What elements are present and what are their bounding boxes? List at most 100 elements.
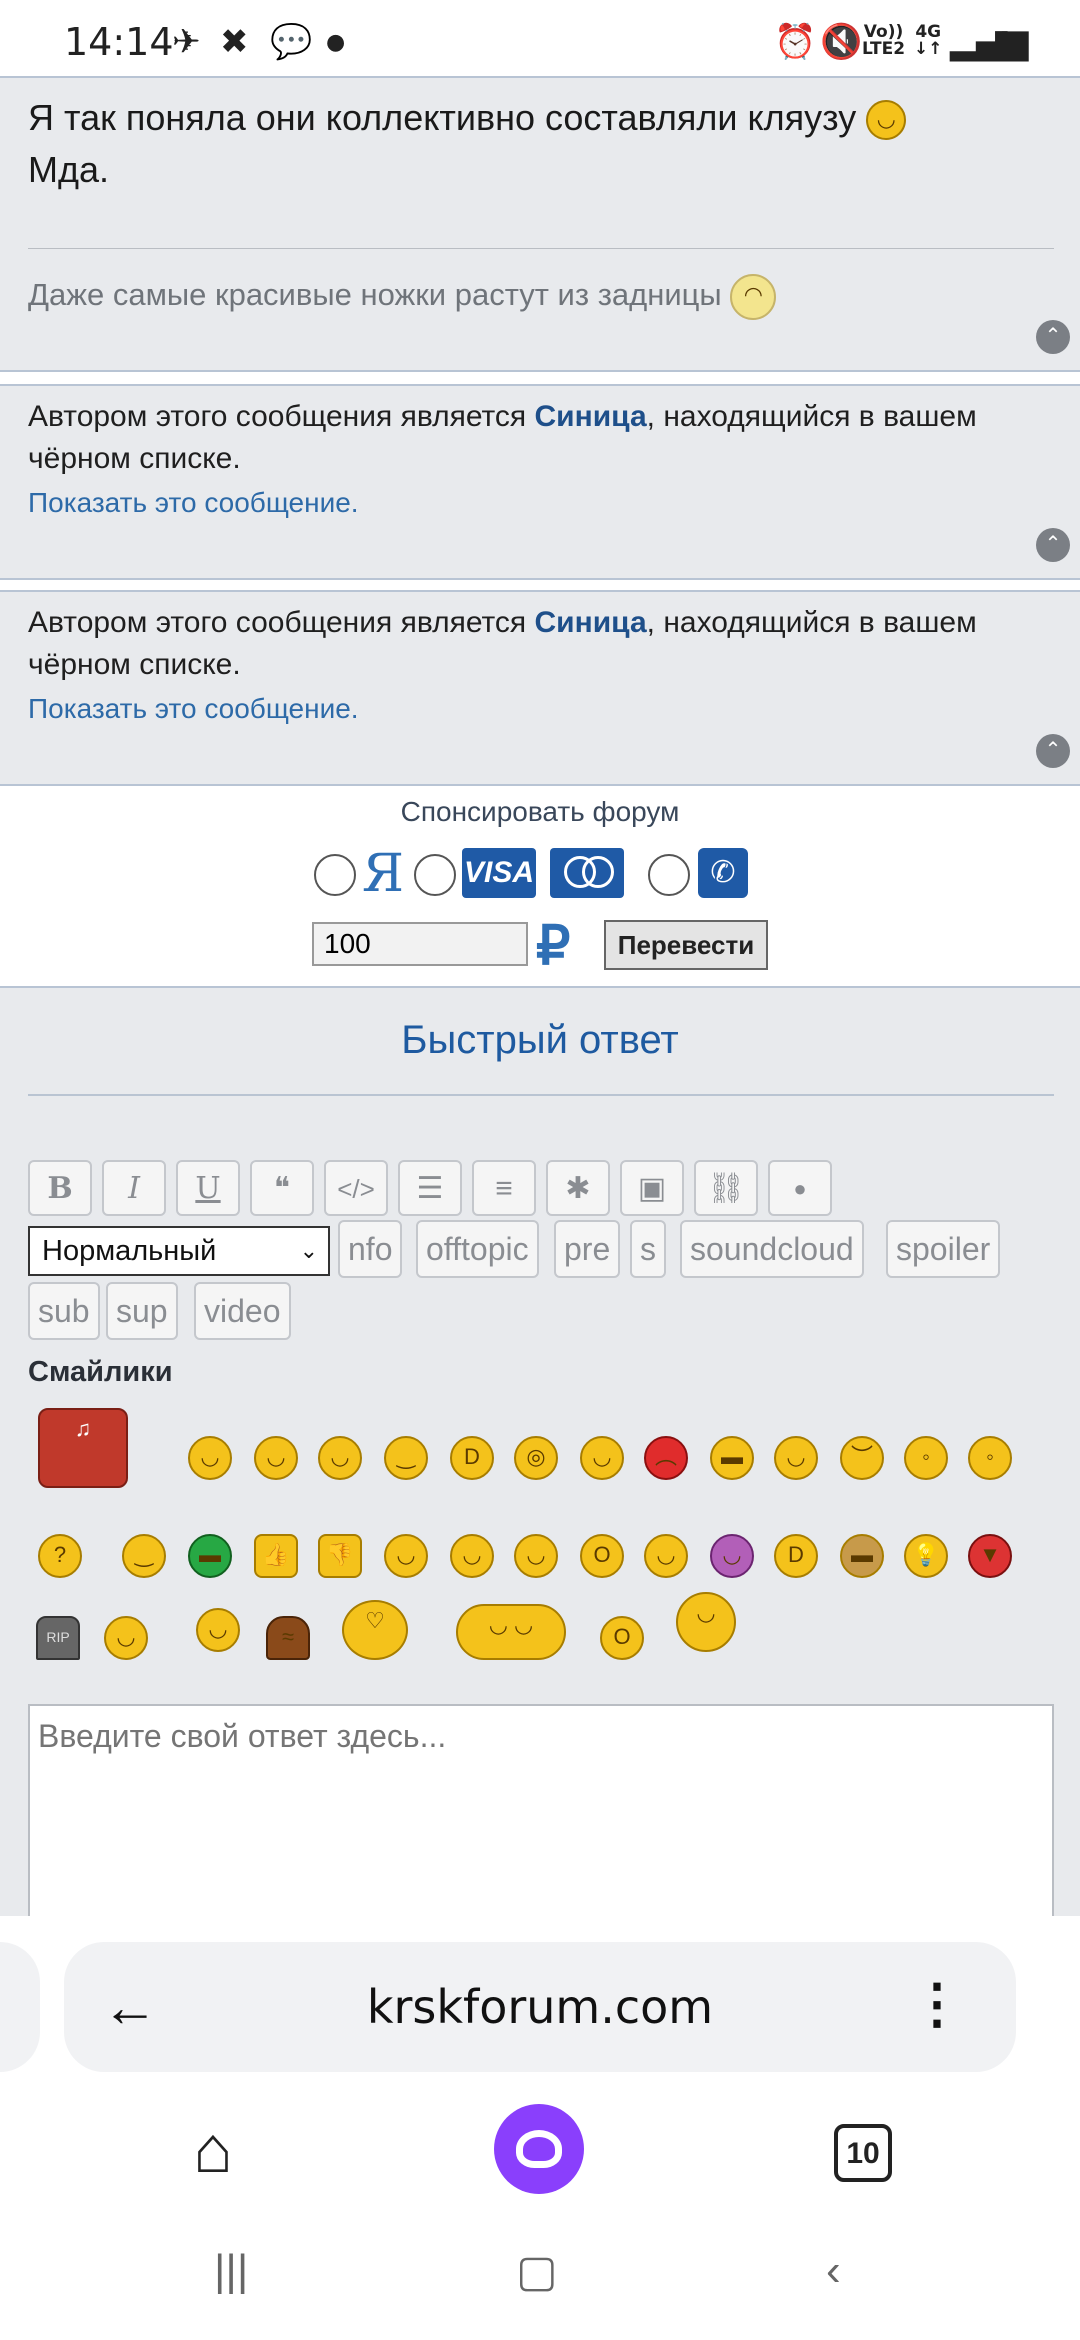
- blocked-post: Автором этого сообщения является Синица,…: [0, 384, 1080, 580]
- surprised-smiley-icon[interactable]: O: [600, 1616, 644, 1660]
- thumbs-down-icon[interactable]: 👎: [318, 1534, 362, 1578]
- italic-button[interactable]: I: [102, 1160, 166, 1216]
- smiley-icon[interactable]: ◡: [188, 1436, 232, 1480]
- smiley-icon[interactable]: O: [580, 1534, 624, 1578]
- post-message: Я так поняла они коллективно составляли …: [28, 92, 907, 144]
- home-icon[interactable]: ⌂: [178, 2114, 248, 2184]
- grave-icon[interactable]: RIP: [36, 1616, 80, 1660]
- volte-indicator: Vo)) LTE2: [862, 22, 906, 59]
- tabs-button[interactable]: 10: [834, 2124, 892, 2182]
- cool-smiley-icon[interactable]: ▬: [710, 1436, 754, 1480]
- radio-yandex[interactable]: [314, 854, 356, 896]
- status-bar: 14:14 ✈ ✖ 💬 ● ⏰ 🔇 Vo)) LTE2 4G ↓↑ ▂▄▆ ▮: [0, 0, 1080, 78]
- phone-icon: ✆: [698, 848, 748, 898]
- tag-spoiler[interactable]: spoiler: [886, 1220, 1001, 1278]
- blocked-author[interactable]: Синица: [534, 606, 646, 639]
- collapse-post-button[interactable]: ⌃: [1036, 734, 1070, 768]
- amount-input[interactable]: [312, 922, 528, 966]
- dancing-smiley-icon[interactable]: ◡: [676, 1592, 736, 1652]
- recent-apps-icon[interactable]: |||: [214, 2246, 248, 2296]
- bullet-list-button[interactable]: ☰: [398, 1160, 462, 1216]
- numbered-list-button[interactable]: ≡: [472, 1160, 536, 1216]
- blocked-notice: Автором этого сообщения является Синица,…: [28, 602, 1052, 730]
- url-text[interactable]: krskforum.com: [64, 1980, 1016, 2034]
- smiley-icon[interactable]: ◡: [514, 1534, 558, 1578]
- cheers-smiley-icon[interactable]: ◡ ◡: [456, 1604, 566, 1660]
- thumbs-up-icon[interactable]: 👍: [254, 1534, 298, 1578]
- font-size-select[interactable]: Нормальный ⌄: [28, 1226, 330, 1276]
- smiley-icon[interactable]: D: [450, 1436, 494, 1480]
- more-menu-icon[interactable]: ⋮: [910, 1972, 964, 2035]
- tag-offtopic[interactable]: offtopic: [416, 1220, 539, 1278]
- smiley-icon[interactable]: ◡: [318, 1436, 362, 1480]
- show-message-link[interactable]: Показать это сообщение.: [28, 688, 1052, 730]
- walking-smiley-icon: ◠: [730, 274, 777, 320]
- tag-nfo[interactable]: nfo: [338, 1220, 403, 1278]
- radio-phone[interactable]: [648, 854, 690, 896]
- green-smiley-icon[interactable]: ▬: [188, 1534, 232, 1578]
- smiley-icon[interactable]: ◎: [514, 1436, 558, 1480]
- girl-smiley-icon[interactable]: ♡: [342, 1600, 408, 1660]
- smiley-icon[interactable]: ◡: [254, 1436, 298, 1480]
- smiley-icon[interactable]: ◡: [104, 1616, 148, 1660]
- smiley-icon[interactable]: ‿: [122, 1534, 166, 1578]
- confused-smiley-icon[interactable]: ?: [38, 1534, 82, 1578]
- smiley-icon[interactable]: ◡: [644, 1534, 688, 1578]
- smiley-icon[interactable]: ◡: [710, 1534, 754, 1578]
- underline-button[interactable]: U: [176, 1160, 240, 1216]
- alice-assistant-button[interactable]: [494, 2104, 584, 2194]
- 4g-indicator: 4G ↓↑: [914, 22, 943, 59]
- tag-pre[interactable]: pre: [554, 1220, 621, 1278]
- mastercard-icon: [550, 848, 624, 898]
- show-message-link[interactable]: Показать это сообщение.: [28, 482, 1052, 524]
- smiley-icon[interactable]: ◡: [580, 1436, 624, 1480]
- address-bar[interactable]: ← krskforum.com ⋮: [64, 1942, 1016, 2072]
- radio-card[interactable]: [414, 854, 456, 896]
- smiley-icon[interactable]: ◡: [384, 1534, 428, 1578]
- tag-sub[interactable]: sub: [28, 1282, 100, 1340]
- blocked-author[interactable]: Синица: [534, 400, 646, 433]
- link-button[interactable]: ⛓: [694, 1160, 758, 1216]
- yandex-icon: Я: [362, 844, 404, 904]
- tag-video[interactable]: video: [194, 1282, 291, 1340]
- accordion-smiley-icon[interactable]: ♫: [38, 1408, 128, 1488]
- collapse-post-button[interactable]: ⌃: [1036, 528, 1070, 562]
- tag-sup[interactable]: sup: [106, 1282, 178, 1340]
- bold-button[interactable]: B: [28, 1160, 92, 1216]
- laughing-smiley-icon[interactable]: D: [774, 1534, 818, 1578]
- smiley-icon[interactable]: ◡: [450, 1534, 494, 1578]
- quick-reply-panel: Быстрый ответ B I U ❝ </> ☰ ≡ ✱ ▣ ⛓ ● Но…: [0, 986, 1080, 1916]
- collapse-post-button[interactable]: ⌃: [1036, 320, 1070, 354]
- tag-s[interactable]: s: [630, 1220, 666, 1278]
- asterisk-button[interactable]: ✱: [546, 1160, 610, 1216]
- back-nav-icon[interactable]: ‹: [826, 2246, 841, 2296]
- quote-button[interactable]: ❝: [250, 1160, 314, 1216]
- side-tab[interactable]: [0, 1942, 40, 2072]
- reply-textarea[interactable]: [28, 1704, 1054, 1916]
- image-button[interactable]: ▣: [620, 1160, 684, 1216]
- smiley-icon[interactable]: ︶: [840, 1436, 884, 1480]
- tag-soundcloud[interactable]: soundcloud: [680, 1220, 864, 1278]
- status-time: 14:14: [64, 20, 174, 64]
- lightbulb-icon[interactable]: 💡: [904, 1534, 948, 1578]
- quick-reply-divider: [28, 1094, 1054, 1096]
- sponsor-title: Спонсировать форум: [400, 796, 680, 827]
- battery-icon: ▮: [992, 22, 1011, 62]
- smiley-icon[interactable]: ◦: [968, 1436, 1012, 1480]
- angry-smiley-icon[interactable]: ︵: [644, 1436, 688, 1480]
- chevron-down-icon: ⌄: [299, 1238, 318, 1263]
- hat-smiley-icon[interactable]: ▬: [840, 1534, 884, 1578]
- code-button[interactable]: </>: [324, 1160, 388, 1216]
- transfer-button[interactable]: Перевести: [604, 920, 768, 970]
- smiley-icon[interactable]: ◡: [196, 1608, 240, 1652]
- chat-icon: 💬: [270, 22, 313, 62]
- smiley-icon[interactable]: ‿: [384, 1436, 428, 1480]
- tools-icon: ✖: [220, 22, 249, 62]
- dot-icon: ●: [326, 30, 346, 55]
- devil-smiley-icon[interactable]: ▼: [968, 1534, 1012, 1578]
- home-nav-icon[interactable]: ▢: [516, 2246, 558, 2297]
- smiley-icon[interactable]: ◡: [774, 1436, 818, 1480]
- smiley-icon[interactable]: ◦: [904, 1436, 948, 1480]
- color-button[interactable]: ●: [768, 1160, 832, 1216]
- poop-icon[interactable]: ≈: [266, 1616, 310, 1660]
